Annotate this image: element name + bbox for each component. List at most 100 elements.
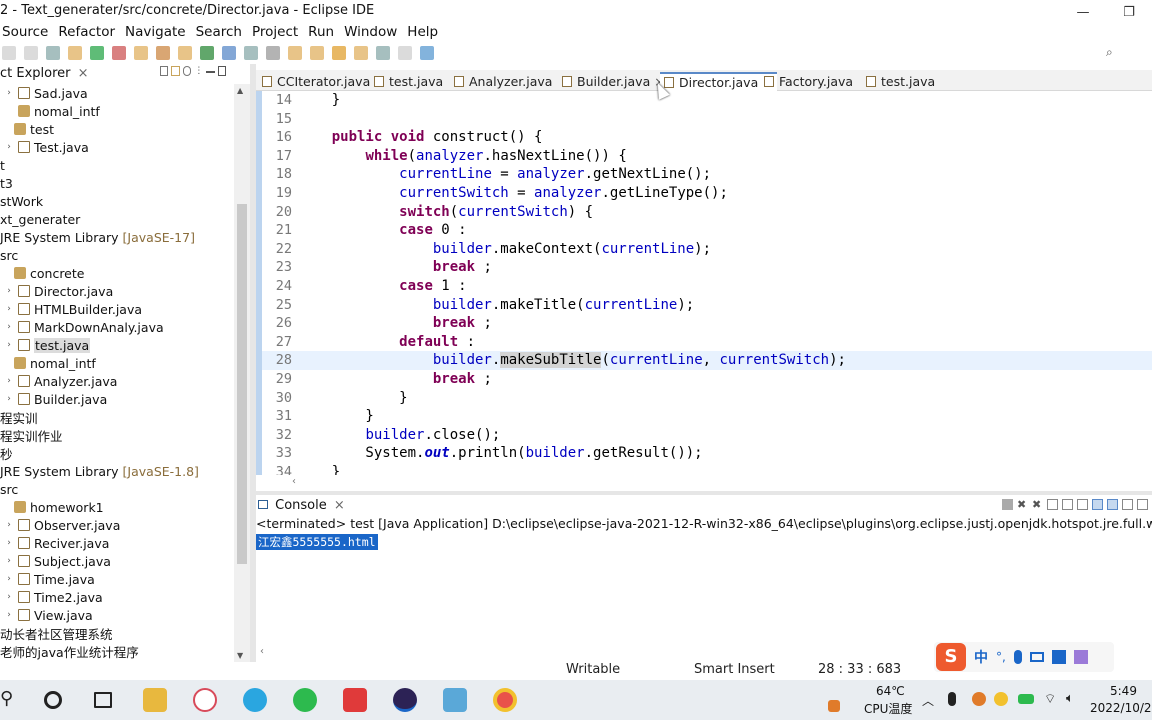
scrollbar-thumb[interactable] (237, 204, 247, 564)
tree-item[interactable]: t3 (0, 174, 13, 192)
keyboard-icon[interactable] (1029, 652, 1044, 662)
tab-console[interactable]: Console × (258, 498, 345, 513)
search-icon[interactable]: ⚲ (0, 688, 24, 712)
minimize-button[interactable]: — (1060, 0, 1106, 24)
app-icon[interactable] (243, 688, 267, 712)
toolbar-button[interactable] (156, 46, 170, 60)
ime-mode-label[interactable]: 中 (974, 647, 988, 667)
code-line[interactable]: 30 } (262, 389, 1152, 408)
chevron-right-icon[interactable]: › (2, 376, 16, 386)
eclipse-icon[interactable] (393, 688, 417, 712)
code-line[interactable]: 31 } (262, 407, 1152, 426)
remove-launch-icon[interactable]: ✖ (1017, 499, 1028, 510)
tree-item[interactable]: › Director.java (2, 282, 113, 300)
maximize-view-icon[interactable] (217, 66, 226, 76)
tray-app-icon[interactable] (1018, 694, 1034, 704)
ime-punct-label[interactable]: °, (996, 650, 1006, 664)
word-wrap-icon[interactable] (1077, 499, 1088, 510)
menu-item[interactable]: Help (402, 23, 443, 43)
chevron-right-icon[interactable]: › (2, 304, 16, 314)
editor-tab[interactable]: test.java (374, 72, 443, 91)
menu-item[interactable]: Run (303, 23, 339, 43)
code-line[interactable]: 14 } (262, 91, 1152, 110)
code-line[interactable]: 19 currentSwitch = analyzer.getLineType(… (262, 184, 1152, 203)
remove-all-icon[interactable]: ✖ (1032, 499, 1043, 510)
tree-item[interactable]: nomal_intf (2, 102, 100, 120)
scroll-left-icon[interactable]: ‹ (260, 646, 264, 657)
app-icon[interactable] (443, 688, 467, 712)
chrome-icon[interactable] (493, 688, 517, 712)
tree-item[interactable]: xt_generater (0, 210, 80, 228)
tree-item[interactable]: › Sad.java (2, 84, 88, 102)
toolbar-button[interactable] (90, 46, 104, 60)
chevron-right-icon[interactable]: › (2, 610, 16, 620)
tree-item[interactable]: › HTMLBuilder.java (2, 300, 142, 318)
toolbar-button[interactable] (420, 46, 434, 60)
editor-tab[interactable]: test.java (866, 72, 935, 91)
toolbar-button[interactable] (24, 46, 38, 60)
volume-icon[interactable]: 🔈︎ (1066, 691, 1074, 706)
close-icon[interactable]: × (78, 66, 89, 81)
toolbar-button[interactable] (222, 46, 236, 60)
wifi-icon[interactable]: ⌔ (1044, 691, 1056, 707)
editor-tab[interactable]: Factory.java (764, 72, 853, 91)
minimize-view-icon[interactable] (206, 71, 215, 73)
view-menu-icon[interactable]: ⋮ (194, 66, 203, 76)
tree-item[interactable]: › MarkDownAnaly.java (2, 318, 163, 336)
menu-item[interactable]: Source (0, 23, 53, 43)
tree-item[interactable]: › Builder.java (2, 390, 107, 408)
clock-date[interactable]: 2022/10/2 (1090, 701, 1152, 715)
tree-item[interactable]: › test.java (2, 336, 91, 354)
search-icon[interactable]: ⌕ (1106, 45, 1113, 60)
wps-icon[interactable] (343, 688, 367, 712)
toolbar-button[interactable] (68, 46, 82, 60)
code-line[interactable]: 28 builder.makeSubTitle(currentLine, cur… (262, 351, 1152, 370)
sash[interactable] (256, 491, 1152, 495)
skin-icon[interactable] (1051, 650, 1066, 664)
toolbar-button[interactable] (398, 46, 412, 60)
app-icon[interactable] (193, 688, 217, 712)
code-line[interactable]: 17 while(analyzer.hasNextLine()) { (262, 147, 1152, 166)
code-line[interactable]: 20 switch(currentSwitch) { (262, 203, 1152, 222)
toolbar-button[interactable] (200, 46, 214, 60)
file-explorer-icon[interactable] (143, 688, 167, 712)
collapse-all-icon[interactable] (160, 66, 169, 76)
chevron-up-icon[interactable]: ︿ (922, 692, 934, 709)
code-line[interactable]: 29 break ; (262, 370, 1152, 389)
task-view-icon[interactable] (94, 692, 112, 708)
toolbar-button[interactable] (332, 46, 346, 60)
tray-app-icon[interactable] (972, 692, 986, 706)
code-line[interactable]: 15 (262, 110, 1152, 129)
package-explorer-tab[interactable]: ct Explorer × (0, 66, 89, 81)
tree-item[interactable]: stWork (0, 192, 43, 210)
code-line[interactable]: 33 System.out.println(builder.getResult(… (262, 444, 1152, 463)
filter-icon[interactable] (182, 66, 192, 76)
chevron-right-icon[interactable]: › (2, 142, 16, 152)
code-line[interactable]: 34 } (262, 463, 1152, 475)
tree-item[interactable]: src (0, 480, 18, 498)
toolbar-button[interactable] (112, 46, 126, 60)
chevron-right-icon[interactable]: › (2, 286, 16, 296)
wechat-icon[interactable] (293, 688, 317, 712)
toolbar-button[interactable] (288, 46, 302, 60)
scroll-up-icon[interactable]: ▲ (237, 86, 243, 95)
code-line[interactable]: 16 public void construct() { (262, 128, 1152, 147)
tree-item[interactable]: › Test.java (2, 138, 89, 156)
tree-item[interactable]: test (2, 120, 54, 138)
tree-item[interactable]: 老师的java作业统计程序 (0, 642, 139, 660)
editor-horizontal-scrollbar[interactable]: ‹ (256, 475, 1152, 491)
toolbar-button[interactable] (134, 46, 148, 60)
console-output-line[interactable]: 江宏鑫5555555.html (256, 534, 378, 550)
toolbar-button[interactable] (376, 46, 390, 60)
restore-button[interactable]: ❐ (1106, 0, 1152, 24)
toolbox-icon[interactable] (1073, 650, 1088, 664)
toolbar-button[interactable] (244, 46, 258, 60)
chevron-right-icon[interactable]: › (2, 592, 16, 602)
clock-time[interactable]: 5:49 (1110, 684, 1137, 698)
close-icon[interactable]: × (334, 498, 345, 513)
editor-tab[interactable]: CCIterator.java (262, 72, 370, 91)
chevron-right-icon[interactable]: › (2, 88, 16, 98)
scroll-lock-icon[interactable] (1062, 499, 1073, 510)
tree-item[interactable]: › Subject.java (2, 552, 111, 570)
menu-item[interactable]: Refactor (53, 23, 120, 43)
